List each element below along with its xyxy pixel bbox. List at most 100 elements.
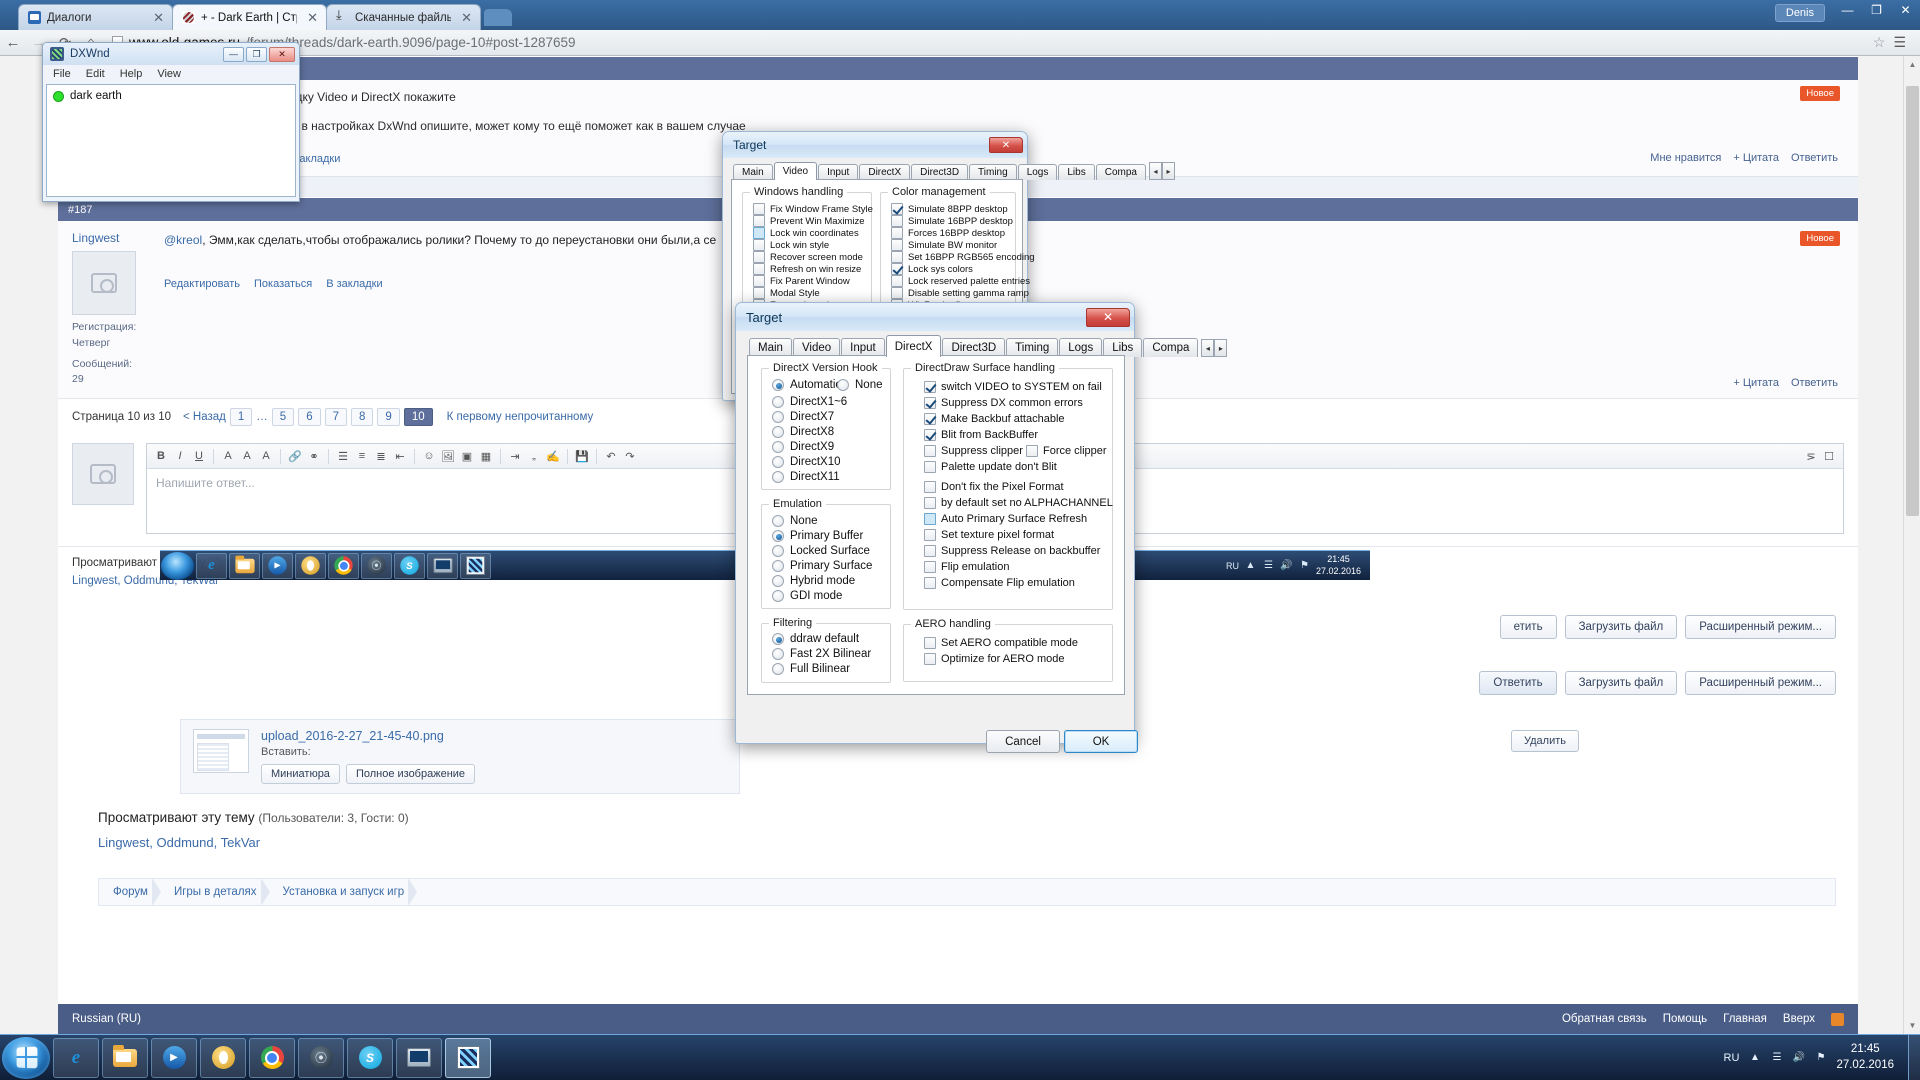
new-tab-button[interactable] <box>484 9 512 26</box>
cancel-button[interactable]: Cancel <box>986 730 1060 753</box>
page-5[interactable]: 5 <box>272 408 294 426</box>
tab-compat[interactable]: Compa <box>1143 338 1198 357</box>
checkbox-prevent-win-maximize[interactable]: Prevent Win Maximize <box>753 215 865 227</box>
author-name[interactable]: Lingwest <box>72 231 142 245</box>
scroll-up-arrow-icon[interactable]: ▲ <box>1904 56 1920 73</box>
inner-language-indicator[interactable]: RU <box>1226 561 1239 571</box>
close-icon[interactable]: ✕ <box>303 11 318 24</box>
network-icon[interactable]: ☰ <box>1770 1051 1783 1064</box>
insert-thumbnail-button[interactable]: Миниатюра <box>261 764 340 784</box>
taskbar-folder-icon[interactable] <box>229 553 260 579</box>
close-icon[interactable]: ✕ <box>457 11 472 24</box>
save-icon[interactable]: 💾 <box>573 447 591 466</box>
checkbox-make-backbuf-attachable[interactable]: Make Backbuf attachable <box>924 413 1065 425</box>
tab-scroll-left-icon[interactable]: ◂ <box>1201 339 1214 357</box>
tab-logs[interactable]: Logs <box>1018 164 1058 180</box>
breadcrumb-games[interactable]: Игры в деталях <box>160 878 269 906</box>
media-icon[interactable]: ▣ <box>458 447 476 466</box>
taskbar-skype-icon[interactable]: S <box>347 1038 393 1078</box>
taskbar-wmp-icon[interactable]: ▶ <box>151 1038 197 1078</box>
close-button[interactable]: ✕ <box>1086 308 1130 327</box>
align-left-icon[interactable]: ☰ <box>334 447 352 466</box>
link-icon[interactable]: 🔗 <box>286 447 304 466</box>
font-family-icon[interactable]: A <box>257 447 275 466</box>
attachment-filename[interactable]: upload_2016-2-27_21-45-40.png <box>261 729 475 743</box>
quote-icon[interactable]: „ <box>525 447 543 466</box>
scrollbar-thumb[interactable] <box>1906 86 1919 516</box>
chrome-menu-icon[interactable]: ☰ <box>1887 34 1912 51</box>
reply-link[interactable]: Ответить <box>1791 152 1838 164</box>
action-center-icon[interactable]: ⚑ <box>1298 559 1311 572</box>
checkbox-lock-sys-colors[interactable]: Lock sys colors <box>891 263 973 275</box>
chevron-up-icon[interactable]: ▲ <box>1244 559 1257 572</box>
close-button[interactable]: ✕ <box>989 137 1023 153</box>
checkbox-modal-style[interactable]: Modal Style <box>753 287 820 299</box>
checkbox-set-aero-compatible-mode[interactable]: Set AERO compatible mode <box>924 637 1078 649</box>
footer-feedback-link[interactable]: Обратная связь <box>1562 1013 1647 1025</box>
minimize-button[interactable]: — <box>1833 0 1862 20</box>
page-8[interactable]: 8 <box>351 408 373 426</box>
checkbox-suppress-release-on-backbuffer[interactable]: Suppress Release on backbuffer <box>924 545 1100 557</box>
footer-help-link[interactable]: Помощь <box>1663 1013 1707 1025</box>
checkbox-by-default-set-no-alphachannel[interactable]: by default set no ALPHACHANNEL <box>924 497 1113 509</box>
language-indicator[interactable]: RU <box>1724 1052 1740 1064</box>
radio-none[interactable]: None <box>837 379 883 391</box>
browser-tab-dialogs[interactable]: Диалоги ✕ <box>18 4 173 30</box>
menu-view[interactable]: View <box>157 68 181 80</box>
show-link[interactable]: Показаться <box>254 276 312 294</box>
taskbar-chrome-icon[interactable] <box>249 1038 295 1078</box>
address-bar[interactable]: www.old-games.ru/forum/threads/dark-eart… <box>104 35 1873 50</box>
font-color-icon[interactable]: A <box>219 447 237 466</box>
bookmark-star-icon[interactable]: ☆ <box>1873 34 1886 51</box>
checkbox-lock-win-style[interactable]: Lock win style <box>753 239 829 251</box>
emoji-icon[interactable]: ☺ <box>420 447 438 466</box>
upload-button-inner[interactable]: Загрузить файл <box>1565 615 1678 639</box>
taskbar-ie-icon[interactable]: e <box>196 553 227 579</box>
code-icon[interactable]: ✍ <box>544 447 562 466</box>
attachment-thumbnail[interactable] <box>193 729 249 773</box>
checkbox-simulate-8bpp-desktop[interactable]: Simulate 8BPP desktop <box>891 203 1008 215</box>
tab-directx[interactable]: DirectX <box>859 164 910 180</box>
taskbar-steam-icon[interactable]: ⦿ <box>361 553 392 579</box>
reply-link[interactable]: Ответить <box>1791 377 1838 389</box>
checkbox-fix-parent-window[interactable]: Fix Parent Window <box>753 275 850 287</box>
checkbox-blit-from-backbuffer[interactable]: Blit from BackBuffer <box>924 429 1038 441</box>
start-orb-icon[interactable] <box>161 552 194 580</box>
browser-tab-dark-earth[interactable]: + - Dark Earth | Страница ✕ <box>172 4 327 30</box>
back-icon[interactable]: ← <box>0 30 26 56</box>
taskbar-steam-icon[interactable]: ⦿ <box>298 1038 344 1078</box>
radio-directx7[interactable]: DirectX7 <box>772 411 834 423</box>
taskbar-dxwnd-icon[interactable] <box>445 1038 491 1078</box>
upload-button[interactable]: Загрузить файл <box>1565 671 1678 695</box>
list-item[interactable]: dark earth <box>70 90 122 102</box>
show-desktop-button[interactable] <box>1908 1035 1920 1080</box>
radio-directx8[interactable]: DirectX8 <box>772 426 834 438</box>
radio-emulation-none[interactable]: None <box>772 515 818 527</box>
radio-hybrid-mode[interactable]: Hybrid mode <box>772 575 855 587</box>
checkbox-suppress-clipper[interactable]: Suppress clipper <box>924 445 1023 457</box>
underline-icon[interactable]: U <box>190 447 208 466</box>
taskbar-wmp-icon[interactable]: ▶ <box>262 553 293 579</box>
browser-tab-downloads[interactable]: Скачанные файлы ✕ <box>326 4 481 30</box>
tab-video[interactable]: Video <box>774 162 817 180</box>
checkbox-disable-setting-gamma-ramp[interactable]: Disable setting gamma ramp <box>891 287 1029 299</box>
volume-icon[interactable]: 🔊 <box>1792 1051 1805 1064</box>
indent-icon[interactable]: ⇥ <box>506 447 524 466</box>
close-button[interactable]: ✕ <box>269 47 295 62</box>
scroll-down-arrow-icon[interactable]: ▼ <box>1904 1017 1920 1034</box>
footer-home-link[interactable]: Главная <box>1723 1013 1767 1025</box>
bold-icon[interactable]: B <box>152 447 170 466</box>
radio-locked-surface[interactable]: Locked Surface <box>772 545 870 557</box>
checkbox-dont-fix-the-pixel-format[interactable]: Don't fix the Pixel Format <box>924 481 1064 493</box>
table-icon[interactable]: ▦ <box>477 447 495 466</box>
bookmark-link[interactable]: В закладки <box>326 276 382 294</box>
taskbar-monitor-icon[interactable] <box>427 553 458 579</box>
minimize-button[interactable]: — <box>223 47 244 62</box>
tab-direct3d[interactable]: Direct3D <box>911 164 968 180</box>
radio-primary-buffer[interactable]: Primary Buffer <box>772 530 863 542</box>
close-icon[interactable]: ✕ <box>149 11 164 24</box>
radio-ddraw-default[interactable]: ddraw default <box>772 633 859 645</box>
ok-button[interactable]: OK <box>1064 730 1138 753</box>
advanced-button-inner[interactable]: Расширенный режим... <box>1685 615 1836 639</box>
tab-directx[interactable]: DirectX <box>886 335 942 357</box>
